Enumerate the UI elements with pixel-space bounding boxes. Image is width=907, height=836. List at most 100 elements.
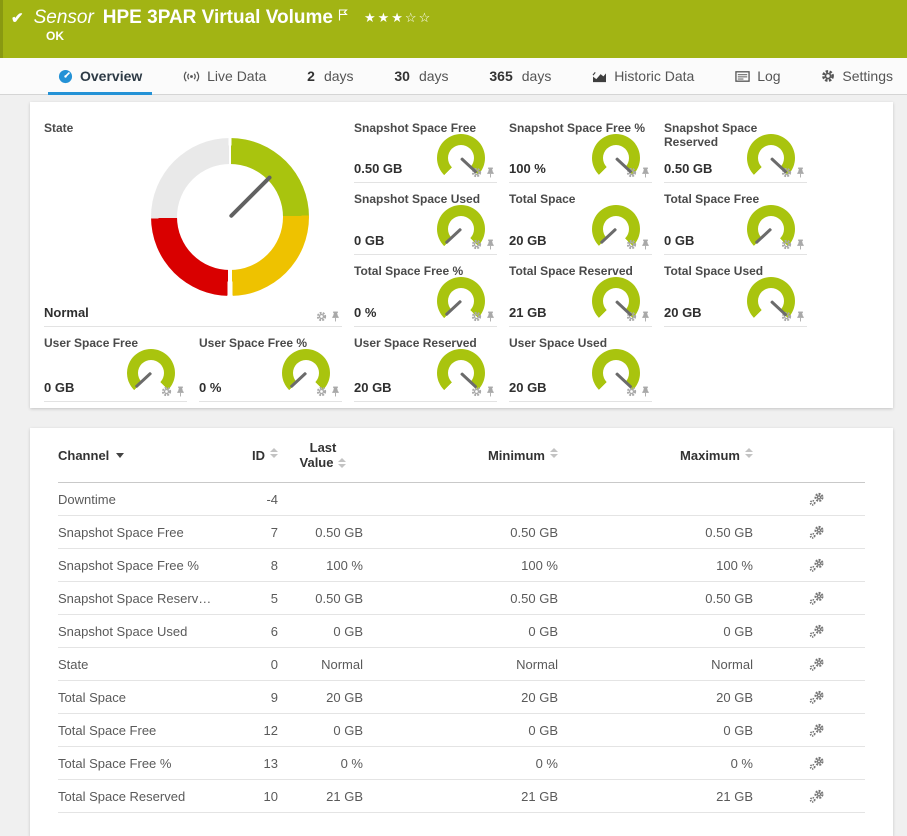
pin-icon[interactable] [486,386,495,397]
gauge-value: 20 GB [509,380,547,395]
cell-id: -4 [223,492,278,507]
pin-icon[interactable] [331,386,340,397]
gear-icon[interactable] [316,311,327,322]
gauge-title: Total Space Used [664,255,807,278]
gauge-panel[interactable]: Total Space 20 GB [509,183,652,255]
cell-maximum: 20 GB [573,690,768,705]
pin-icon[interactable] [796,239,805,250]
channel-settings-icon[interactable] [809,492,825,506]
gauge-value: 20 GB [664,305,702,320]
gauge-title: Snapshot Space Free % [509,112,652,135]
channel-settings-icon[interactable] [809,558,825,572]
state-gauge-panel[interactable]: State Normal [44,112,342,327]
pin-icon[interactable] [641,311,650,322]
pin-icon[interactable] [796,311,805,322]
pin-icon[interactable] [796,167,805,178]
sensor-header: ✔ Sensor HPE 3PAR Virtual Volume ★★★☆☆ O… [0,0,907,58]
sort-icon [550,448,558,463]
cell-maximum: 100 % [573,558,768,573]
gear-icon[interactable] [626,239,637,250]
channel-settings-icon[interactable] [809,657,825,671]
channel-settings-icon[interactable] [809,789,825,803]
gauge-needle [135,372,152,388]
gauge-value: Normal [44,305,89,320]
gauge-panel[interactable]: User Space Free % 0 % [199,327,342,402]
gauge-title: Total Space Free % [354,255,497,278]
table-row: State 0 Normal Normal Normal [58,648,865,681]
column-header-last-value[interactable]: Last Value [278,440,378,470]
column-label: Channel [58,448,109,463]
column-header-maximum[interactable]: Maximum [573,448,768,463]
gear-icon[interactable] [626,386,637,397]
gauge-needle [229,175,272,218]
channel-settings-icon[interactable] [809,525,825,539]
cell-maximum: 0 GB [573,624,768,639]
gear-icon[interactable] [161,386,172,397]
gauge-title: User Space Used [509,327,652,350]
tab-number: 365 [489,68,512,84]
priority-flag-icon[interactable] [338,8,348,26]
gauge-panel[interactable]: User Space Reserved 20 GB [354,327,497,402]
gauge-panel[interactable]: User Space Free 0 GB [44,327,187,402]
gauge-panel[interactable]: Total Space Used 20 GB [664,255,807,327]
cell-minimum: 20 GB [378,690,573,705]
gauge-panel[interactable]: Snapshot Space Free 0.50 GB [354,112,497,183]
tab-number: 30 [394,68,410,84]
pin-icon[interactable] [641,239,650,250]
gear-icon[interactable] [471,239,482,250]
gauge-panel[interactable]: Snapshot Space Reserved 0.50 GB [664,112,807,183]
tab-historic-data[interactable]: Historic Data [582,58,704,94]
gear-icon[interactable] [471,311,482,322]
tab-settings[interactable]: Settings [811,58,903,94]
tab-label: Settings [842,68,893,84]
tab-label: Live Data [207,68,266,84]
channel-settings-icon[interactable] [809,690,825,704]
gauge-value: 0 GB [44,380,74,395]
tab-label: Log [757,68,780,84]
channel-settings-icon[interactable] [809,756,825,770]
tab-label: days [522,68,552,84]
tab-2-days[interactable]: 2 days [297,58,363,94]
pin-icon[interactable] [486,311,495,322]
channel-settings-icon[interactable] [809,591,825,605]
cell-minimum: 0 % [378,756,573,771]
gauge-panel[interactable]: Snapshot Space Used 0 GB [354,183,497,255]
priority-stars[interactable]: ★★★☆☆ [364,10,432,26]
gauge-panel[interactable]: User Space Used 20 GB [509,327,652,402]
column-header-minimum[interactable]: Minimum [378,448,573,463]
gear-icon[interactable] [316,386,327,397]
cell-last-value: 21 GB [278,789,378,804]
column-header-channel[interactable]: Channel [58,448,223,463]
cell-id: 10 [223,789,278,804]
cell-minimum: 21 GB [378,789,573,804]
pin-icon[interactable] [641,167,650,178]
gauge-title: User Space Free [44,327,187,350]
tab-30-days[interactable]: 30 days [384,58,458,94]
tab-log[interactable]: Log [725,58,790,94]
gear-icon[interactable] [781,239,792,250]
column-header-id[interactable]: ID [223,448,278,463]
gauge-panel[interactable]: Total Space Free % 0 % [354,255,497,327]
cell-minimum: 0.50 GB [378,591,573,606]
tab-live-data[interactable]: Live Data [173,58,276,94]
channel-settings-icon[interactable] [809,624,825,638]
channel-settings-icon[interactable] [809,723,825,737]
column-label: Value [300,455,334,470]
gear-icon[interactable] [471,386,482,397]
pin-icon[interactable] [176,386,185,397]
gauge-panel[interactable]: Total Space Reserved 21 GB [509,255,652,327]
gauge-needle [600,228,617,244]
pin-icon[interactable] [641,386,650,397]
pin-icon[interactable] [486,239,495,250]
tab-365-days[interactable]: 365 days [479,58,561,94]
pin-icon[interactable] [486,167,495,178]
pin-icon[interactable] [331,311,340,322]
cell-id: 5 [223,591,278,606]
gauge-panel[interactable]: Snapshot Space Free % 100 % [509,112,652,183]
gauge-needle [615,300,632,316]
channel-table-card: Channel ID Last Value Minimum Maximum Do… [30,428,893,836]
tab-overview[interactable]: Overview [48,58,152,94]
gauge-panel[interactable]: Total Space Free 0 GB [664,183,807,255]
cell-minimum: 0 GB [378,723,573,738]
gauge-title: Snapshot Space Free [354,112,497,135]
